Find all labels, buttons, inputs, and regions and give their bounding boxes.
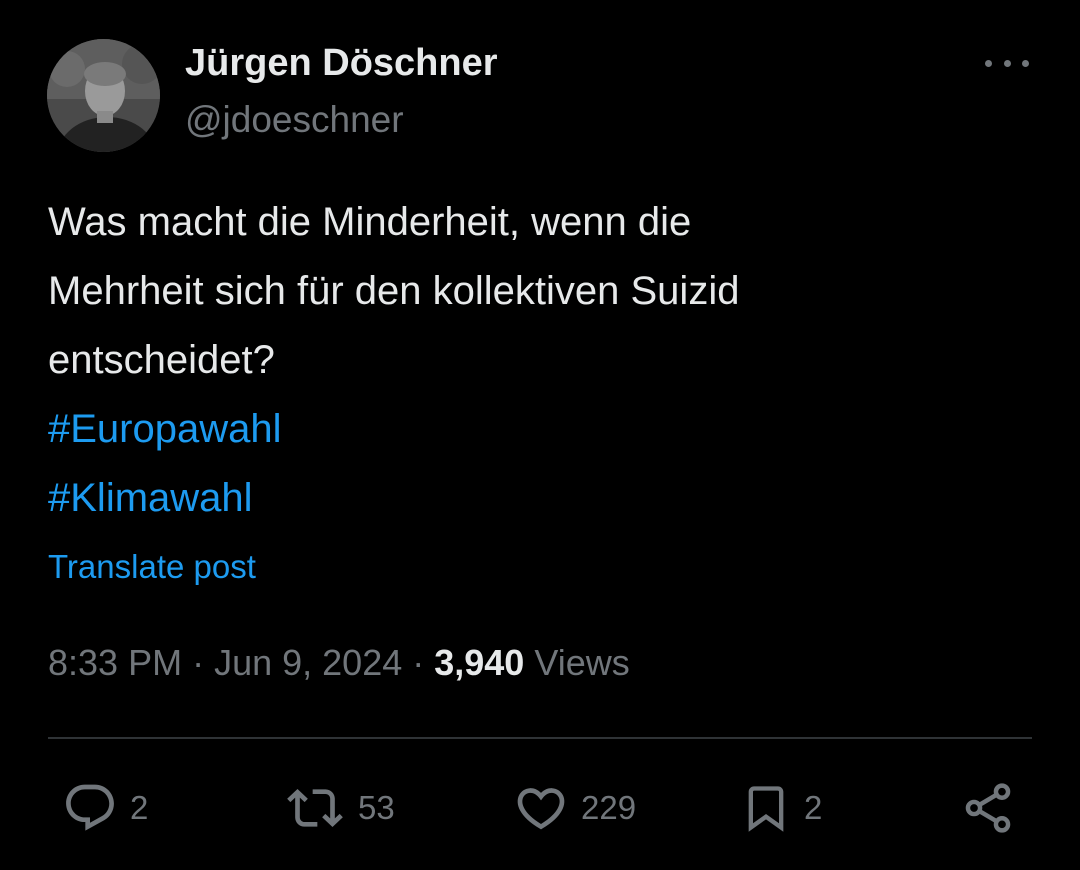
author-display-name[interactable]: Jürgen Döschner [185,40,498,86]
reply-icon [66,784,114,831]
more-options-button[interactable] [982,48,1032,78]
hashtag-link[interactable]: #Klimawahl [48,464,1008,533]
meta-separator: · [182,642,215,683]
bookmark-icon [748,786,784,832]
views-label: Views [524,642,630,683]
author-handle[interactable]: @jdoeschner [185,97,404,143]
heart-icon [517,788,565,830]
post-time[interactable]: 8:33 PM [48,642,182,683]
post-meta: 8:33 PM · Jun 9, 2024 · 3,940 Views [48,638,630,688]
post-text-line: Was macht die Minderheit, wenn die [48,200,692,244]
like-button[interactable]: 229 [513,780,636,836]
repost-icon [287,789,343,827]
hashtag-link[interactable]: #Europawahl [48,395,1008,464]
translate-post-link[interactable]: Translate post [48,545,256,589]
more-horizontal-icon-dot [1003,59,1011,67]
bookmark-count: 2 [804,789,823,826]
post-text-line: entscheidet? [48,338,275,382]
reply-button[interactable]: 2 [62,780,148,836]
share-button[interactable] [960,780,1016,836]
avatar[interactable] [47,39,160,152]
avatar-image [47,39,160,152]
repost-count: 53 [358,789,395,826]
post-date[interactable]: Jun 9, 2024 [214,642,402,683]
bookmark-button[interactable]: 2 [740,780,822,836]
reply-count: 2 [130,789,149,826]
more-horizontal-icon [985,59,992,67]
meta-separator: · [402,642,435,683]
repost-button[interactable]: 53 [284,780,395,836]
more-horizontal-icon-dot [1022,59,1029,67]
share-icon [965,783,1011,833]
like-count: 229 [581,789,637,826]
post-text: Was macht die Minderheit, wenn die Mehrh… [48,188,1008,533]
divider [48,737,1032,739]
post: Jürgen Döschner @jdoeschner Was macht di… [0,0,1080,870]
views-count[interactable]: 3,940 [434,642,524,683]
post-text-line: Mehrheit sich für den kollektiven Suizid [48,269,740,313]
